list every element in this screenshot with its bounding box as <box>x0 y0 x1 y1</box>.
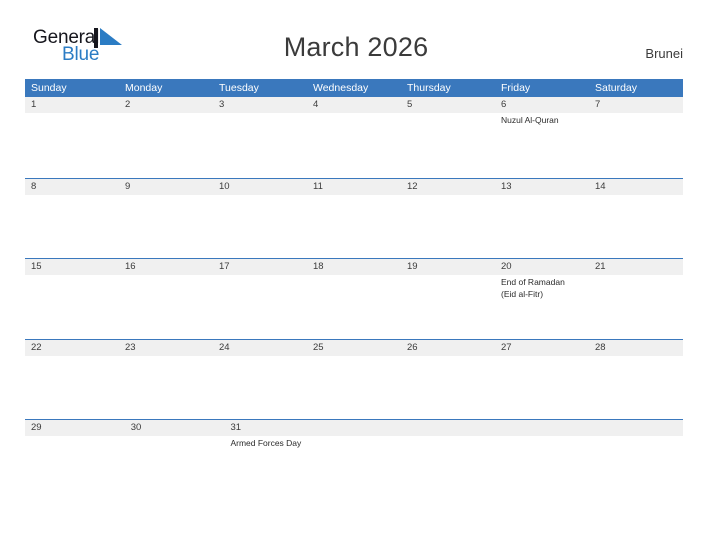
calendar-day-cell[interactable]: 10 <box>213 179 307 259</box>
weekday-header-sunday: Sunday <box>31 82 67 94</box>
event-label: End of Ramadan <box>501 277 565 287</box>
day-events: Nuzul Al-Quran <box>501 115 585 127</box>
calendar-day-cell[interactable]: 21 <box>589 259 683 339</box>
calendar-empty-cell <box>324 420 414 500</box>
calendar-day-cell[interactable]: 17 <box>213 259 307 339</box>
calendar-day-cell[interactable]: 7 <box>589 97 683 178</box>
calendar-day-cell[interactable]: 31 Armed Forces Day <box>224 420 324 500</box>
week-cells: 22 23 24 25 26 27 28 <box>25 340 683 420</box>
calendar-week-rows: 1 2 3 4 5 6 Nuzul Al-Quran 7 8 9 10 11 12 13 14 15 16 17 1… <box>25 97 683 500</box>
day-number: 3 <box>219 99 225 110</box>
day-events: End of Ramadan (Eid al-Fitr) <box>501 277 585 300</box>
day-number: 29 <box>31 422 42 433</box>
day-number: 22 <box>31 341 42 353</box>
weekday-header-saturday: Saturday <box>595 82 638 94</box>
day-number: 24 <box>219 341 230 353</box>
day-number: 23 <box>125 341 136 353</box>
calendar-day-cell[interactable]: 3 <box>213 97 307 178</box>
day-number: 19 <box>407 261 418 272</box>
calendar-table: Sunday Monday Tuesday Wednesday Thursday Frid… <box>25 79 683 500</box>
event-label: (Eid al-Fitr) <box>501 288 544 299</box>
day-number: 20 <box>501 261 512 272</box>
day-number: 26 <box>407 341 418 353</box>
calendar-day-cell[interactable]: 30 <box>125 420 225 500</box>
calendar-day-cell[interactable]: 26 <box>401 340 495 420</box>
calendar-day-cell[interactable]: 23 <box>119 340 213 420</box>
calendar-day-cell[interactable]: 27 <box>495 340 589 420</box>
calendar-day-cell[interactable]: 4 <box>307 97 401 178</box>
day-number: 31 <box>230 422 242 433</box>
week-cells: 29 30 31 Armed Forces Day <box>25 420 683 500</box>
calendar-day-cell[interactable]: 20 End of Ramadan (Eid al-Fitr) <box>495 259 589 339</box>
day-number: 18 <box>313 261 324 272</box>
day-number: 10 <box>219 180 230 192</box>
calendar-day-cell[interactable]: 16 <box>119 259 213 339</box>
week-cells: 1 2 3 4 5 6 Nuzul Al-Quran 7 <box>25 97 683 178</box>
event-label: Nuzul Al-Quran <box>501 115 559 125</box>
calendar-weekday-header: Sunday Monday Tuesday Wednesday Thursday Frid… <box>25 79 683 97</box>
weekday-header-thursday: Thursday <box>407 82 451 94</box>
day-number: 4 <box>313 99 319 110</box>
country-label: Brunei <box>645 46 683 61</box>
calendar-week-row: 29 30 31 Armed Forces Day <box>25 419 683 500</box>
calendar-day-cell[interactable]: 29 <box>25 420 125 500</box>
calendar-week-row: 8 9 10 11 12 13 14 <box>25 177 683 259</box>
day-number: 12 <box>407 180 418 192</box>
day-number: 5 <box>407 99 413 110</box>
calendar-week-row: 15 16 17 18 19 20 End of Ramadan (Eid al-Fitr) 2… <box>25 258 683 339</box>
day-number: 28 <box>595 341 606 353</box>
weekday-header-tuesday: Tuesday <box>219 82 259 94</box>
day-number: 1 <box>31 99 37 110</box>
calendar-day-cell[interactable]: 11 <box>307 179 401 259</box>
day-events: Armed Forces Day <box>230 438 320 450</box>
day-number: 21 <box>595 261 606 272</box>
page-header: General Blue March 2026 Brunei <box>0 0 712 74</box>
calendar-empty-cell <box>593 420 683 500</box>
calendar-day-cell[interactable]: 24 <box>213 340 307 420</box>
calendar-day-cell[interactable]: 9 <box>119 179 213 259</box>
calendar-day-cell[interactable]: 25 <box>307 340 401 420</box>
day-number: 9 <box>125 180 131 192</box>
calendar-day-cell[interactable]: 1 <box>25 97 119 178</box>
day-number: 30 <box>130 422 142 433</box>
calendar-empty-cell <box>504 420 594 500</box>
calendar-day-cell[interactable]: 5 <box>401 97 495 178</box>
calendar-day-cell[interactable]: 2 <box>119 97 213 178</box>
day-number: 15 <box>31 261 42 272</box>
day-number: 2 <box>125 99 131 110</box>
day-number: 6 <box>501 99 507 110</box>
calendar-day-cell[interactable]: 14 <box>589 179 683 259</box>
event-label: Armed Forces Day <box>230 438 302 448</box>
calendar-day-cell[interactable]: 12 <box>401 179 495 259</box>
calendar-day-cell[interactable]: 18 <box>307 259 401 339</box>
calendar-day-cell[interactable]: 6 Nuzul Al-Quran <box>495 97 589 178</box>
page-title: March 2026 <box>283 32 429 62</box>
calendar-day-cell[interactable]: 28 <box>589 340 683 420</box>
calendar-day-cell[interactable]: 13 <box>495 179 589 259</box>
day-number: 8 <box>31 180 37 192</box>
day-number: 25 <box>313 341 324 353</box>
calendar-day-cell[interactable]: 15 <box>25 259 119 339</box>
calendar-day-cell[interactable]: 8 <box>25 179 119 259</box>
weekday-header-monday: Monday <box>125 82 163 94</box>
weekday-header-wednesday: Wednesday <box>313 82 369 94</box>
calendar-week-row: 1 2 3 4 5 6 Nuzul Al-Quran 7 <box>25 97 683 178</box>
day-number: 11 <box>313 180 323 192</box>
week-cells: 15 16 17 18 19 20 End of Ramadan (Eid al-Fitr) 2… <box>25 259 683 339</box>
day-number: 27 <box>501 341 512 353</box>
calendar-day-cell[interactable]: 19 <box>401 259 495 339</box>
calendar-day-cell[interactable]: 22 <box>25 340 119 420</box>
calendar-week-row: 22 23 24 25 26 27 28 <box>25 338 683 420</box>
day-number: 14 <box>595 180 606 192</box>
day-number: 7 <box>595 99 601 110</box>
day-number: 13 <box>501 180 512 192</box>
day-number: 17 <box>219 261 230 272</box>
day-number: 16 <box>125 261 136 272</box>
weekday-header-friday: Friday <box>501 82 531 94</box>
calendar-empty-cell <box>414 420 504 500</box>
week-cells: 8 9 10 11 12 13 14 <box>25 179 683 259</box>
